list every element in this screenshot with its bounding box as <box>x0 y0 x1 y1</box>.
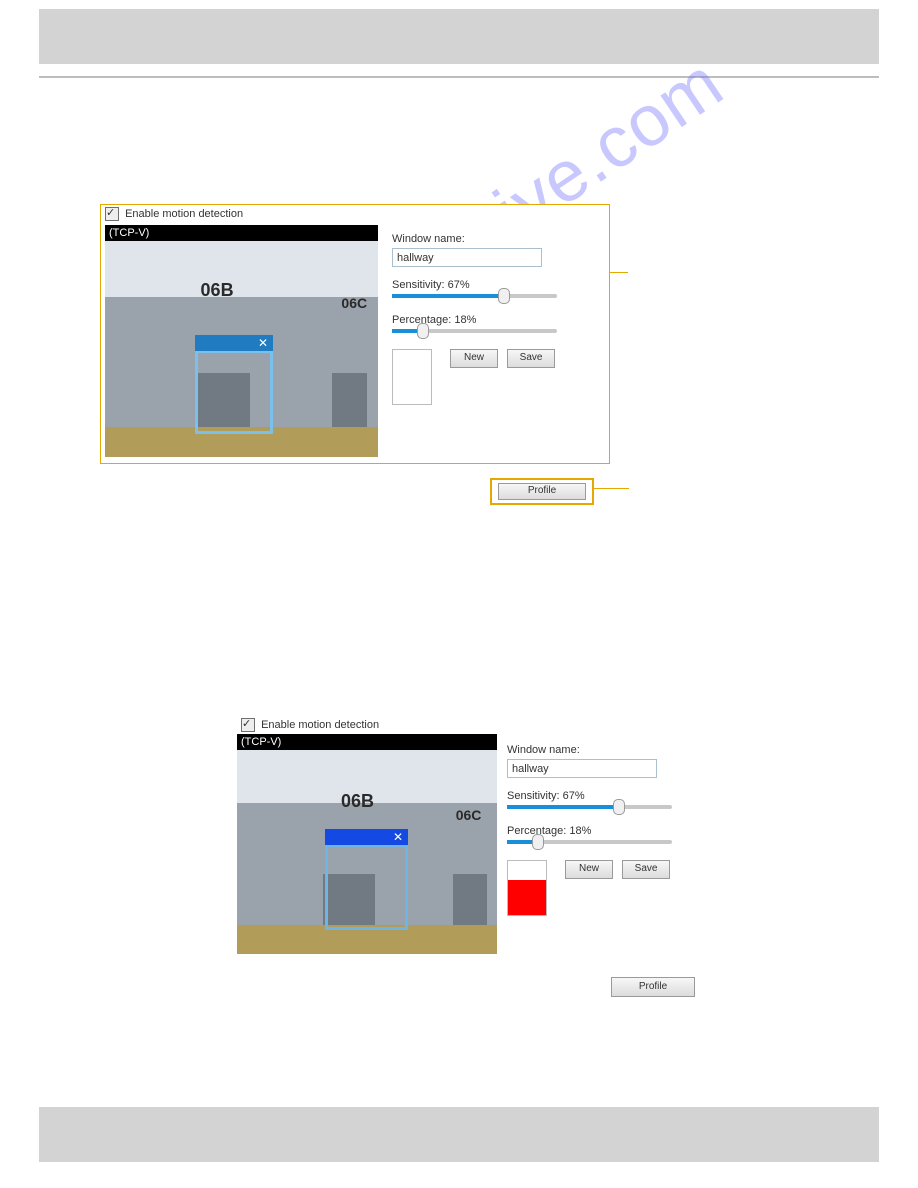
sensitivity-slider-1[interactable] <box>392 294 557 298</box>
sensitivity-label-2: Sensitivity: 67% <box>507 790 687 802</box>
profile-button-1[interactable]: Profile <box>498 483 586 500</box>
close-window-icon-1[interactable]: ✕ <box>258 336 268 350</box>
percentage-slider-1[interactable] <box>392 329 557 333</box>
enable-motion-checkbox-1[interactable] <box>105 207 119 221</box>
window-name-input-1[interactable] <box>392 248 542 267</box>
motion-detection-panel-1: Enable motion detection (TCP-V) 06B 06C … <box>100 204 610 464</box>
footer-bar <box>39 1107 879 1162</box>
video-preview-1[interactable]: (TCP-V) 06B 06C ✕ <box>105 225 378 457</box>
percentage-slider-2[interactable] <box>507 840 672 844</box>
motion-detection-panel-2: Enable motion detection (TCP-V) 06B 06C … <box>237 716 697 954</box>
profile-button-2[interactable]: Profile <box>611 977 695 997</box>
scene-sign-06c-2: 06C <box>456 807 482 823</box>
detection-window-1[interactable]: ✕ <box>195 350 273 434</box>
video-title-2: (TCP-V) <box>237 734 497 750</box>
scene-sign-06c-1: 06C <box>341 295 367 311</box>
scene-sign-06b-1: 06B <box>201 280 234 301</box>
header-bar <box>39 9 879 64</box>
new-button-2[interactable]: New <box>565 860 613 879</box>
motion-indicator-2 <box>507 860 547 916</box>
enable-motion-checkbox-2[interactable] <box>241 718 255 732</box>
callout-leader-1 <box>610 272 628 273</box>
sensitivity-slider-2[interactable] <box>507 805 672 809</box>
close-window-icon-2[interactable]: ✕ <box>393 830 403 844</box>
enable-motion-label-1: Enable motion detection <box>125 208 243 220</box>
new-button-1[interactable]: New <box>450 349 498 368</box>
video-preview-2[interactable]: (TCP-V) 06B 06C ✕ <box>237 734 497 954</box>
save-button-2[interactable]: Save <box>622 860 670 879</box>
profile-button-callout: Profile <box>490 478 594 505</box>
sensitivity-label-1: Sensitivity: 67% <box>392 279 599 291</box>
window-name-label-2: Window name: <box>507 744 687 756</box>
callout-leader-2 <box>594 488 629 489</box>
window-name-label-1: Window name: <box>392 233 599 245</box>
video-title-1: (TCP-V) <box>105 225 378 241</box>
save-button-1[interactable]: Save <box>507 349 555 368</box>
header-underline <box>39 76 879 78</box>
enable-motion-label-2: Enable motion detection <box>261 719 379 731</box>
window-name-input-2[interactable] <box>507 759 657 778</box>
scene-sign-06b-2: 06B <box>341 791 374 812</box>
motion-indicator-1 <box>392 349 432 405</box>
detection-window-2[interactable]: ✕ <box>325 844 408 930</box>
